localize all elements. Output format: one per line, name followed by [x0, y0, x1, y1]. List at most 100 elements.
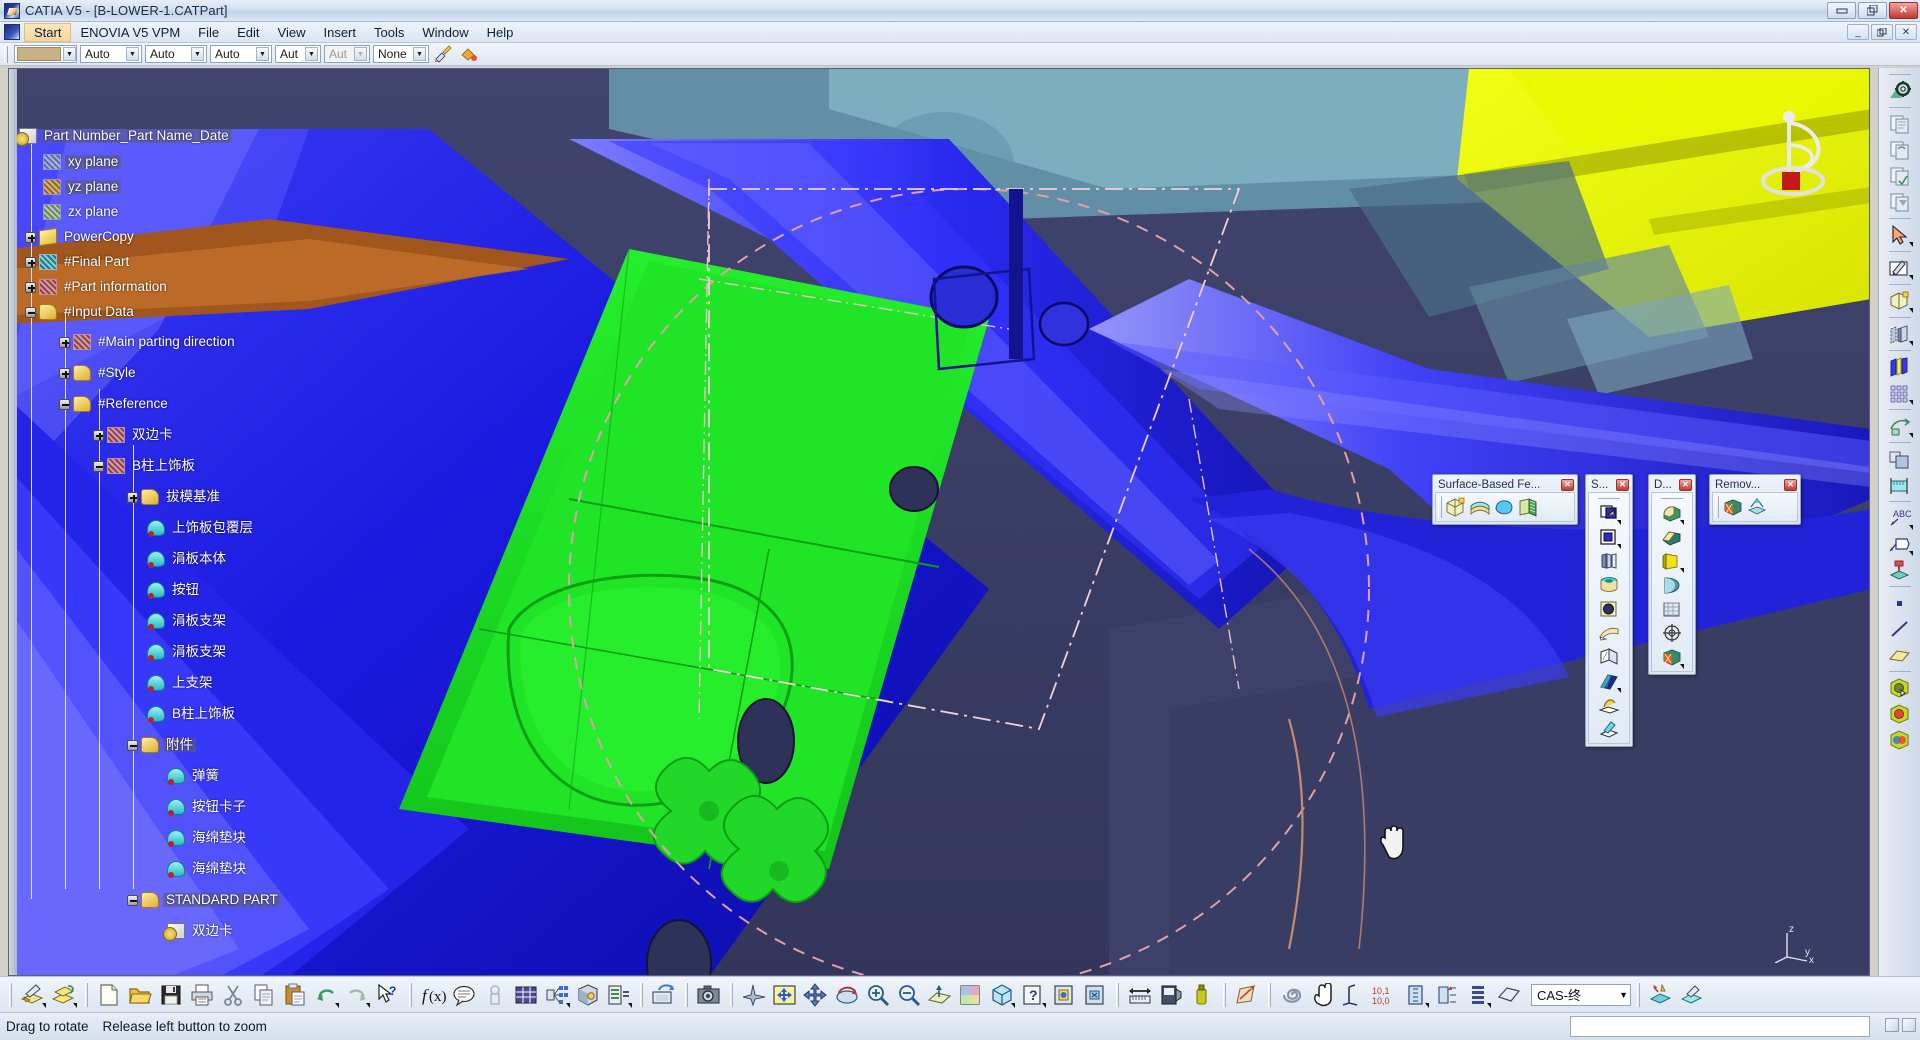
right-vertical-toolbar[interactable]: ABC	[1878, 68, 1920, 976]
measure-between-icon[interactable]	[1125, 980, 1155, 1010]
camera-icon[interactable]	[694, 980, 724, 1010]
tree-node-surface-1[interactable]: 上饰板包覆层	[147, 519, 256, 537]
expander-minus-icon[interactable]	[93, 460, 104, 472]
menu-item-tools[interactable]: Tools	[365, 23, 413, 42]
remove-toolbar[interactable]: Remov... ✕	[1709, 474, 1801, 525]
fillet-icon[interactable]	[1660, 501, 1684, 525]
apply-material-icon[interactable]	[1885, 675, 1915, 701]
sphere-icon[interactable]	[1597, 549, 1621, 573]
tree-node-zx-plane[interactable]: zx plane	[43, 203, 121, 221]
fly-mode-icon[interactable]	[739, 980, 769, 1010]
chevron-down-icon[interactable]: ▼	[126, 47, 139, 61]
minimize-button[interactable]	[1827, 2, 1856, 19]
tree-node-surface-2[interactable]: 涓板本体	[147, 550, 229, 568]
menu-item-enovia[interactable]: ENOVIA V5 VPM	[71, 23, 189, 42]
thick-surface-icon[interactable]	[1468, 495, 1492, 519]
tree-node-root[interactable]: Part Number_Part Name_Date	[15, 127, 232, 146]
shell-icon[interactable]	[1660, 573, 1684, 597]
quick-update-icon[interactable]	[1432, 980, 1462, 1010]
transform-icon[interactable]	[1885, 413, 1915, 439]
viewport-scrollbar-vertical[interactable]	[9, 69, 17, 975]
expander-plus-icon[interactable]	[25, 256, 36, 268]
tree-node-haimian-dianokuai-2[interactable]: 海绵垫块	[167, 860, 249, 878]
draft-icon[interactable]	[1660, 549, 1684, 573]
tree-node-input-data[interactable]: #Input Data	[25, 303, 137, 321]
tree-node-final-part[interactable]: #Final Part	[25, 253, 132, 271]
swap-visible-space-icon[interactable]	[1080, 980, 1110, 1010]
redo-icon[interactable]	[342, 980, 372, 1010]
dress-up-features-toolbar[interactable]: D... ✕	[1648, 474, 1696, 675]
pattern-icon[interactable]	[1885, 380, 1915, 406]
menu-item-file[interactable]: File	[189, 23, 228, 42]
render-style-icon[interactable]: ?	[1018, 980, 1048, 1010]
multi-view-icon[interactable]	[956, 980, 986, 1010]
tree-node-xy-plane[interactable]: xy plane	[43, 153, 122, 171]
tree-node-part-information[interactable]: #Part information	[25, 278, 170, 296]
split-icon[interactable]	[1885, 288, 1915, 314]
toolbar-titlebar[interactable]: D... ✕	[1651, 477, 1693, 492]
thickness-combo[interactable]: Auto ▼	[145, 45, 207, 63]
menu-item-window[interactable]: Window	[413, 23, 477, 42]
offset-icon[interactable]	[1597, 597, 1621, 621]
revolve-icon[interactable]	[1597, 525, 1621, 549]
replace-face-icon[interactable]	[1745, 495, 1769, 519]
split-icon[interactable]	[1444, 495, 1468, 519]
remove-face-icon[interactable]	[1721, 495, 1745, 519]
pan-icon[interactable]	[801, 980, 831, 1010]
healing-icon[interactable]	[1597, 717, 1621, 741]
toolbar-titlebar[interactable]: Remov... ✕	[1712, 477, 1798, 492]
layer-combo[interactable]: Auto ▼	[210, 45, 272, 63]
toolbar-titlebar[interactable]: S... ✕	[1588, 477, 1630, 492]
surface-based-features-toolbar[interactable]: Surface-Based Fe... ✕	[1432, 474, 1578, 525]
sweep-icon[interactable]	[1597, 621, 1621, 645]
zoom-out-icon[interactable]	[894, 980, 924, 1010]
expander-plus-icon[interactable]	[127, 491, 138, 503]
manipulate-icon[interactable]	[1308, 980, 1338, 1010]
generative-shape-icon[interactable]	[1677, 980, 1707, 1010]
chevron-down-icon[interactable]: ▼	[63, 47, 76, 61]
normal-view-icon[interactable]	[925, 980, 955, 1010]
snap-icon[interactable]	[1401, 980, 1431, 1010]
tree-node-yz-plane[interactable]: yz plane	[43, 178, 122, 196]
zoom-in-icon[interactable]	[863, 980, 893, 1010]
chevron-down-icon[interactable]: ▼	[191, 47, 204, 61]
toolbar-grip[interactable]	[1715, 496, 1719, 518]
tree-node-surface-6[interactable]: 上支架	[147, 674, 216, 692]
toolbar-grip[interactable]	[1438, 496, 1442, 518]
tree-node-surface-7[interactable]: B柱上饰板	[147, 705, 238, 723]
fill-color-combo[interactable]: ▼	[14, 45, 77, 63]
close-button[interactable]: ✕	[1889, 2, 1918, 19]
axis-system-icon[interactable]	[1885, 557, 1915, 583]
toolbar-grip[interactable]	[4, 45, 8, 63]
remove-face-icon[interactable]	[1660, 645, 1684, 669]
expander-minus-icon[interactable]	[127, 894, 138, 906]
close-icon[interactable]: ✕	[1561, 478, 1574, 491]
tree-node-surface-5[interactable]: 涓板支架	[147, 643, 229, 661]
pad-pocket-icon[interactable]	[1885, 321, 1915, 347]
close-icon[interactable]: ✕	[1616, 478, 1629, 491]
menu-item-help[interactable]: Help	[478, 23, 523, 42]
tree-node-surface-3[interactable]: 按钮	[147, 581, 202, 599]
chevron-down-icon[interactable]: ▼	[305, 47, 318, 61]
open-file-icon[interactable]	[125, 980, 155, 1010]
menu-item-insert[interactable]: Insert	[314, 23, 365, 42]
toolbar-titlebar[interactable]: Surface-Based Fe... ✕	[1435, 477, 1575, 492]
comment-icon[interactable]	[449, 980, 479, 1010]
paste-icon[interactable]	[280, 980, 310, 1010]
sew-surface-icon[interactable]	[1516, 495, 1540, 519]
constraint-icon[interactable]	[480, 980, 510, 1010]
toolbar-grip[interactable]	[1661, 495, 1683, 499]
expander-plus-icon[interactable]	[93, 429, 104, 441]
tree-node-anniu-kazi[interactable]: 按钮卡子	[167, 798, 249, 816]
tree-node-haimian-dianokuai-1[interactable]: 海绵垫块	[167, 829, 249, 847]
tree-node-shuangbianka[interactable]: 双边卡	[93, 426, 176, 444]
menu-item-edit[interactable]: Edit	[228, 23, 268, 42]
chevron-down-icon[interactable]: ▼	[413, 47, 426, 61]
bottom-toolbar[interactable]: ? f (x) ? 10,1 10,0 CAS-终 ▼	[0, 976, 1920, 1012]
tree-node-bamo-jizhun[interactable]: 拔模基准	[127, 488, 223, 506]
fill-color-icon[interactable]	[457, 44, 479, 64]
cut-icon[interactable]	[218, 980, 248, 1010]
tree-node-style[interactable]: #Style	[59, 364, 139, 382]
measure-inertia-icon[interactable]	[1187, 980, 1217, 1010]
toolbar-grip[interactable]	[1598, 495, 1620, 499]
